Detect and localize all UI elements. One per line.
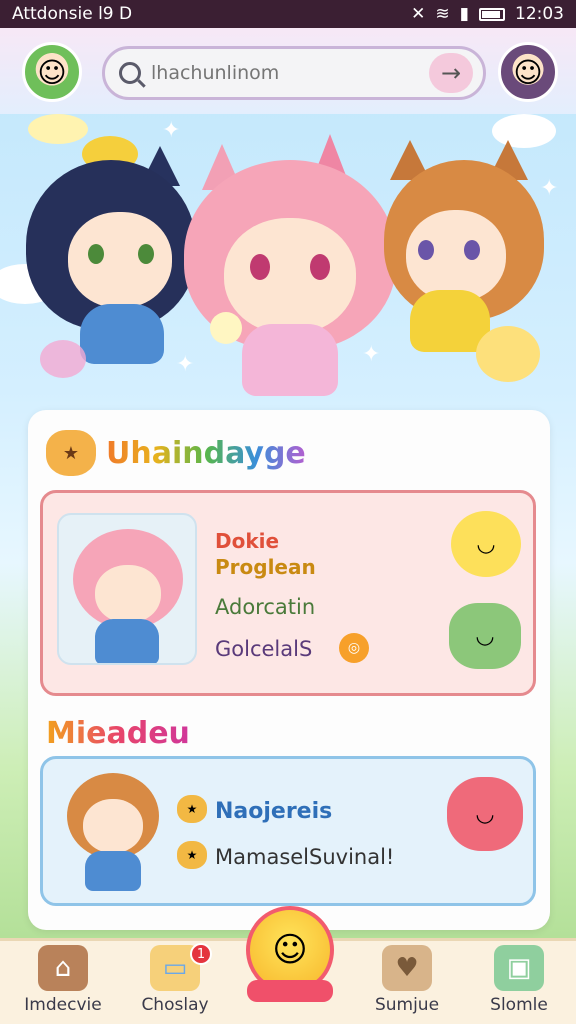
nav-item-heart[interactable]: ♥ Sumjue bbox=[362, 945, 452, 1023]
flower-icon bbox=[210, 312, 242, 344]
card-footer-text: GolcelalS bbox=[215, 637, 313, 661]
arrow-right-icon[interactable]: → bbox=[429, 53, 473, 93]
nav-label: Choslay bbox=[141, 995, 209, 1015]
card-title: Naojereis bbox=[215, 799, 333, 824]
battery-icon bbox=[479, 7, 505, 21]
notification-badge: 1 bbox=[190, 943, 212, 965]
status-icons: ✕ ≋ ▮ 12:03 bbox=[411, 4, 564, 24]
nav-label: Sumjue bbox=[374, 995, 440, 1015]
status-time: 12:03 bbox=[515, 4, 564, 24]
backpack-icon: ▣ bbox=[494, 945, 544, 991]
wifi-icon: ≋ bbox=[435, 4, 450, 24]
game-avatar-icon[interactable]: ☺ bbox=[498, 42, 558, 102]
center-action-button[interactable]: ☺ bbox=[244, 906, 336, 1018]
frog-mascot-icon: ◡ bbox=[449, 603, 521, 669]
nav-label: Slomle bbox=[490, 995, 548, 1015]
signal-icon: ▮ bbox=[459, 4, 469, 24]
strawberry-mascot-icon: ◡ bbox=[447, 777, 523, 851]
heart-icon: ♥ bbox=[382, 945, 432, 991]
card-subtitle: MamaselSuvinal! bbox=[215, 845, 395, 869]
search-icon bbox=[119, 62, 141, 84]
cat-mascot-icon: ◡ bbox=[451, 511, 521, 577]
card-title-line1: Dokie bbox=[215, 529, 280, 553]
nav-item-backpack[interactable]: ▣ Slomle bbox=[474, 945, 564, 1023]
character-thumbnail bbox=[57, 769, 167, 897]
search-bar[interactable]: → bbox=[102, 46, 486, 100]
flower-decoration bbox=[40, 340, 86, 378]
center-ribbon bbox=[247, 980, 333, 1002]
mascot-blob-icon bbox=[476, 326, 540, 382]
secondary-game-card[interactable]: ★ Naojereis ★ MamaselSuvinal! ◡ bbox=[40, 756, 536, 906]
star-badge-icon: ★ bbox=[46, 430, 96, 476]
chibi-character-navy bbox=[20, 136, 200, 366]
home-icon: ⌂ bbox=[38, 945, 88, 991]
nav-item-home[interactable]: ⌂ Imdecvie bbox=[18, 945, 108, 1023]
card-title-line2: Proglean bbox=[215, 555, 316, 579]
coin-icon: ◎ bbox=[339, 633, 369, 663]
card-subtitle: Adorcatin bbox=[215, 595, 316, 619]
star-icon: ★ bbox=[177, 841, 207, 869]
status-left-text: Attdonsie l9 D bbox=[12, 4, 133, 24]
chibi-character-pink bbox=[180, 130, 400, 400]
featured-game-card[interactable]: Dokie Proglean Adorcatin GolcelalS ◎ ◡ ◡ bbox=[40, 490, 536, 696]
nav-label: Imdecvie bbox=[24, 995, 102, 1015]
status-bar: Attdonsie l9 D ✕ ≋ ▮ 12:03 bbox=[0, 0, 576, 28]
section-title-primary: Uhaindayge bbox=[106, 436, 306, 471]
star-icon: ★ bbox=[177, 795, 207, 823]
character-thumbnail bbox=[57, 513, 197, 665]
chibi-character-orange bbox=[380, 140, 550, 360]
profile-avatar-icon[interactable]: ☺ bbox=[22, 42, 82, 102]
section-title-secondary: Mieadeu bbox=[46, 716, 190, 751]
header: ☺ → ☺ bbox=[0, 28, 576, 114]
mute-icon: ✕ bbox=[411, 4, 426, 24]
content-card: ★ Uhaindayge Dokie Proglean Adorcatin Go… bbox=[28, 410, 550, 930]
search-input[interactable] bbox=[151, 62, 429, 84]
hero-illustration: ✦ ✦ ✦ ✦ bbox=[0, 114, 576, 414]
